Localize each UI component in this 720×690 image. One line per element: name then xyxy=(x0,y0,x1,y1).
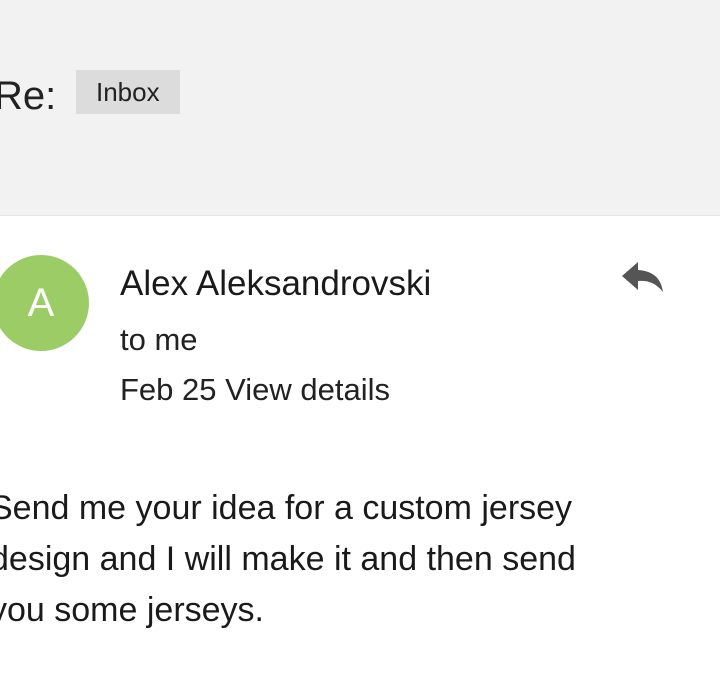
body-line: you some jerseys. xyxy=(0,591,264,629)
message-meta: Feb 25 View details xyxy=(120,370,390,410)
body-line: design and I will make it and then send xyxy=(0,540,576,578)
reply-button[interactable] xyxy=(614,254,668,296)
subject-title: Re: xyxy=(0,74,57,118)
message-body: Send me your idea for a custom jersey de… xyxy=(0,483,720,636)
reply-icon xyxy=(622,262,663,292)
view-details-link[interactable]: View details xyxy=(225,372,390,407)
subject-bar: Re: Inbox xyxy=(0,0,720,216)
inbox-label-chip[interactable]: Inbox xyxy=(76,70,180,114)
message-date: Feb 25 xyxy=(120,372,217,407)
recipient-line: to me xyxy=(120,322,198,357)
email-view: Re: Inbox A Alex Aleksandrovski to me Fe… xyxy=(0,0,720,690)
sender-name[interactable]: Alex Aleksandrovski xyxy=(120,262,431,306)
body-line: Send me your idea for a custom jersey xyxy=(0,489,573,527)
avatar[interactable]: A xyxy=(0,255,89,351)
